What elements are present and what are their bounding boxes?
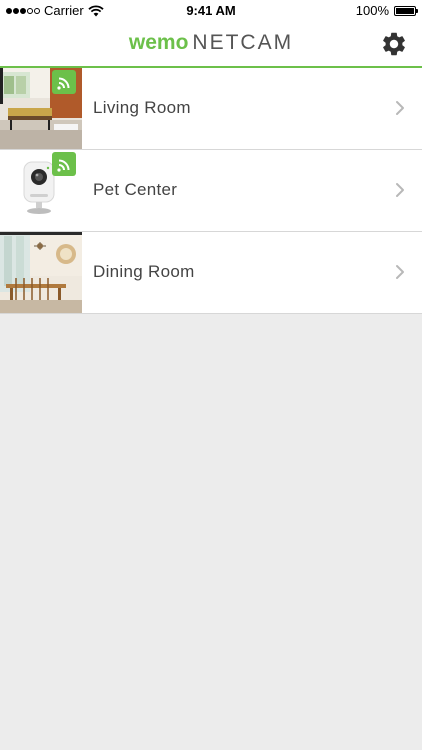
battery-percentage: 100% [355,3,389,18]
chevron-right-icon [396,265,404,279]
dining-room-photo [0,232,82,313]
camera-name: Dining Room [93,262,195,281]
app-logo: wemo NETCAM [0,31,422,55]
camera-name: Living Room [93,98,191,117]
nav-bar: wemo NETCAM [0,22,422,68]
brand-wemo: wemo [128,31,189,54]
battery-icon [394,5,418,16]
camera-name: Pet Center [93,180,178,199]
camera-row-living-room[interactable]: Living Room [0,68,422,150]
brand-netcam: NETCAM [192,31,294,54]
gear-icon[interactable] [380,30,408,58]
status-bar: Carrier 9:41 AM 100% [0,0,422,22]
status-right: 100% [355,3,418,18]
camera-list: Living Room Pet Center Dining Room [0,68,422,314]
living-room-photo [0,68,82,149]
camera-row-pet-center[interactable]: Pet Center [0,150,422,232]
chevron-right-icon [396,183,404,197]
chevron-right-icon [396,101,404,115]
netcam-device-photo [0,150,82,231]
camera-row-dining-room[interactable]: Dining Room [0,232,422,314]
